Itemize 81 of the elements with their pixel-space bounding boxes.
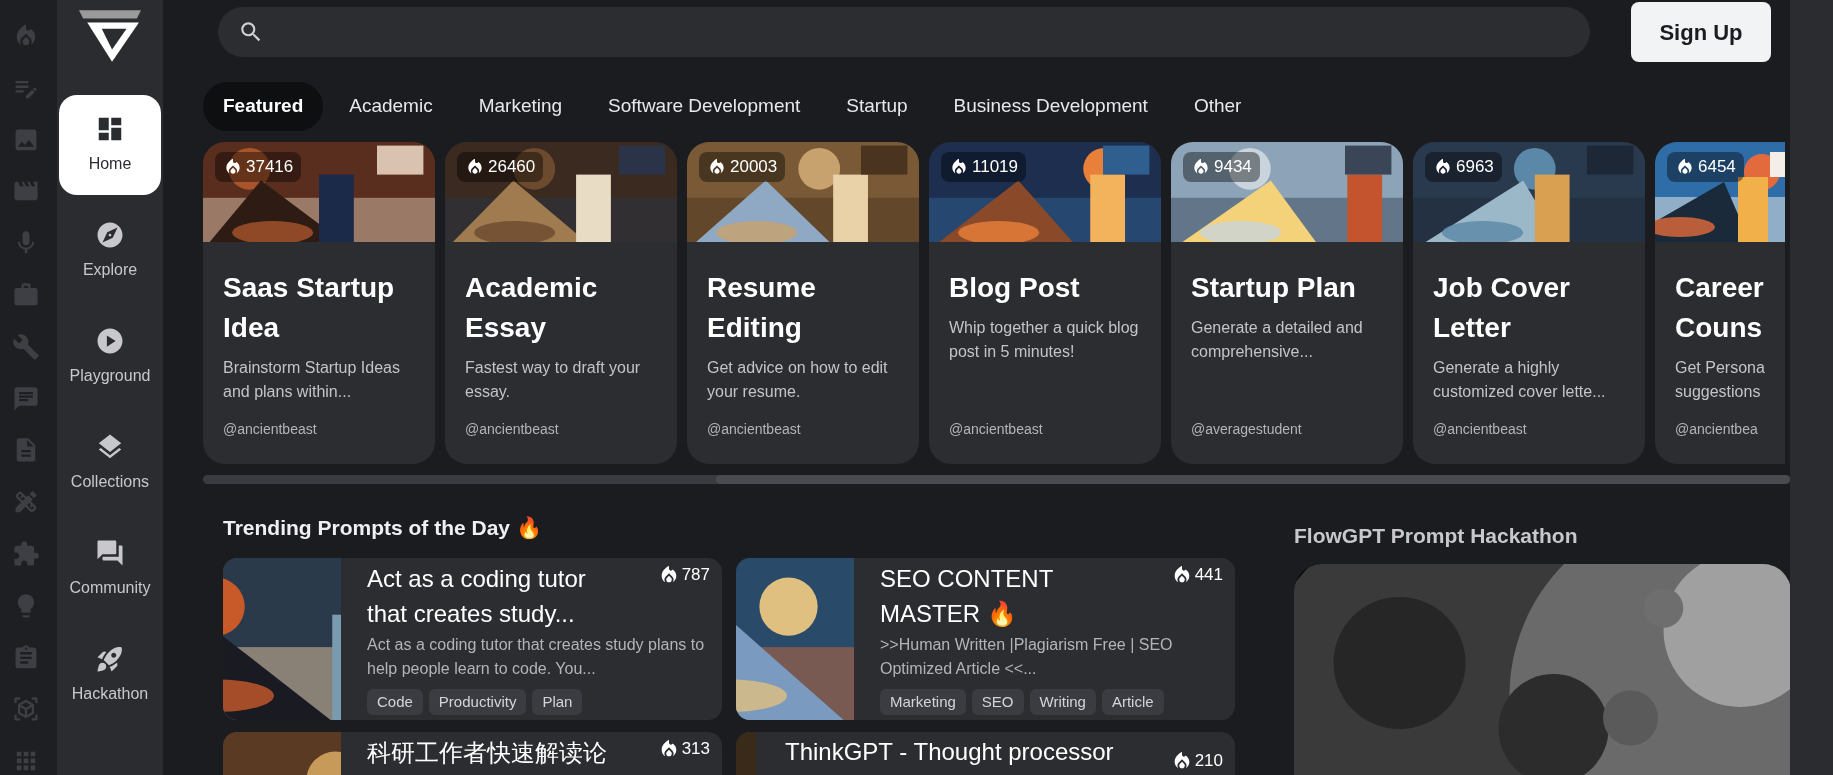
view-count: 441: [1170, 562, 1223, 588]
view-count-badge: 37416: [215, 152, 302, 182]
prompt-title: Act as a coding tutor that creates study...: [367, 564, 587, 629]
view-count: 313: [657, 736, 710, 762]
card-title: Job Cover Letter: [1433, 271, 1571, 345]
card-description: Get advice on how to edit your resume.: [707, 358, 889, 402]
prompt-card[interactable]: SEO CONTENT MASTER 🔥 >>Human Written |Plagiarism Free | SEO Optimized Article <<... Marketing SEO Writing Article 441: [736, 558, 1235, 720]
view-count-badge: 26460: [457, 152, 544, 182]
category-tab[interactable]: Academic: [329, 82, 453, 131]
tag[interactable]: Article: [1101, 689, 1164, 715]
tag[interactable]: Writing: [1029, 689, 1096, 715]
category-tab[interactable]: Other: [1173, 82, 1262, 131]
chat-bubbles-icon: [95, 538, 125, 568]
card-author: @ancientbeast: [465, 420, 560, 439]
category-tab[interactable]: Featured: [203, 82, 324, 131]
prompt-card[interactable]: 37416 Saas Startup Idea Brainstorm Startup Ideas and plans within... @ancientbeast: [203, 142, 435, 464]
prompt-card[interactable]: 20003 Resume Editing Get advice on how to edit your resume. @ancientbeast: [687, 142, 919, 464]
prompt-description: >>Human Written |Plagiarism Free | SEO Optimized Article <<...: [880, 635, 1174, 679]
prompt-card[interactable]: 26460 Academic Essay Fastest way to draft your essay. @ancientbeast: [445, 142, 677, 464]
rocket-icon: [95, 644, 125, 674]
card-author: @ancientbeast: [1433, 420, 1528, 439]
view-count-badge: 11019: [941, 152, 1026, 182]
category-tab[interactable]: Software Development: [588, 82, 821, 131]
prompt-card[interactable]: Act as a coding tutor that creates study... Act as a coding tutor that creates study plans to help people learn to code. You... Code Productivity Plan 787: [223, 558, 722, 720]
nav-item[interactable]: Home: [59, 95, 161, 195]
card-author: @ancientbeast: [223, 420, 318, 439]
logo-icon: [79, 10, 141, 62]
card-description: Fastest way to draft your essay.: [465, 358, 642, 402]
card-description: Generate a detailed and comprehensive...: [1191, 318, 1364, 362]
sign-up-button[interactable]: Sign Up: [1631, 2, 1771, 62]
category-tab[interactable]: Business Development: [933, 82, 1168, 131]
card-title: Academic Essay: [465, 271, 599, 345]
section-title: Trending Prompts of the Day 🔥: [223, 515, 543, 541]
prompt-description: Act as a coding tutor that creates study plans to help people learn to code. You...: [367, 635, 706, 679]
nav-item[interactable]: Hackathon: [59, 625, 161, 725]
card-title: Startup Plan: [1191, 271, 1357, 305]
card-description: Brainstorm Startup Ideas and plans within...: [223, 358, 401, 402]
nav-item[interactable]: Playground: [59, 307, 161, 407]
wrench-icon: [12, 332, 40, 361]
play-icon: [95, 326, 125, 356]
search-field[interactable]: [218, 7, 1590, 57]
prompt-card[interactable]: ThinkGPT - Thought processor 210: [736, 732, 1235, 775]
card-description: Whip together a quick blog post in 5 minutes!: [949, 318, 1140, 362]
prompt-title: 科研工作者快速解读论: [367, 738, 607, 768]
card-author: @ancientbeast: [707, 420, 802, 439]
nav-item[interactable]: Collections: [59, 413, 161, 513]
nav-item[interactable]: Explore: [59, 201, 161, 301]
category-tab[interactable]: Startup: [826, 82, 928, 131]
prompt-card[interactable]: 9434 Startup Plan Generate a detailed and comprehensive... @averagestudent: [1171, 142, 1403, 464]
view-count: 210: [1170, 748, 1223, 774]
tag[interactable]: Code: [367, 689, 423, 715]
card-title: Blog Post: [949, 271, 1081, 305]
prompt-card[interactable]: 6963 Job Cover Letter Generate a highly customized cover lette... @ancientbeast: [1413, 142, 1645, 464]
prompt-card[interactable]: 科研工作者快速解读论 313: [223, 732, 722, 775]
view-count-badge: 6454: [1667, 152, 1744, 182]
puzzle-icon: [12, 539, 40, 568]
tag[interactable]: SEO: [971, 689, 1024, 715]
card-author: @averagestudent: [1191, 420, 1303, 439]
prompt-card[interactable]: 6454 Career Couns Get Persona suggestions @ancientbea: [1655, 142, 1785, 464]
compass-icon: [95, 220, 125, 250]
chat-icon: [12, 384, 40, 413]
tag[interactable]: Plan: [532, 689, 583, 715]
category-tab[interactable]: Marketing: [458, 82, 583, 131]
view-count-badge: 6963: [1425, 152, 1502, 182]
prompt-card[interactable]: 11019 Blog Post Whip together a quick blog post in 5 minutes! @ancientbeast: [929, 142, 1161, 464]
nav-item[interactable]: Community: [59, 519, 161, 619]
prompt-title: ThinkGPT - Thought processor: [785, 737, 1114, 767]
view-count: 787: [657, 562, 710, 588]
tag[interactable]: Productivity: [428, 689, 527, 715]
card-description: Get Persona suggestions: [1675, 358, 1766, 402]
card-title: Saas Startup Idea: [223, 271, 396, 345]
view-count-badge: 20003: [699, 152, 786, 182]
tag[interactable]: Marketing: [880, 689, 966, 715]
prompt-title: SEO CONTENT MASTER 🔥: [880, 564, 1054, 629]
section-title: FlowGPT Prompt Hackathon: [1294, 523, 1579, 549]
view-count-badge: 9434: [1183, 152, 1260, 182]
card-title: Resume Editing: [707, 271, 817, 345]
card-author: @ancientbea: [1675, 420, 1759, 439]
card-title: Career Couns: [1675, 271, 1765, 345]
card-description: Generate a highly customized cover lette...: [1433, 358, 1607, 402]
card-author: @ancientbeast: [949, 420, 1044, 439]
